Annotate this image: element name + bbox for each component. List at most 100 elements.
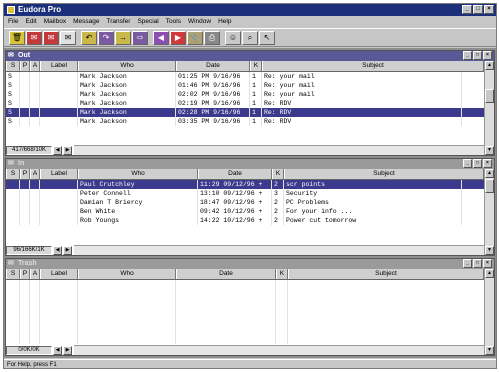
maximize-button[interactable]: □: [473, 5, 483, 14]
scroll-right-arrow[interactable]: ▶: [63, 245, 72, 255]
scroll-down-arrow[interactable]: ▼: [485, 246, 494, 255]
scroll-thumb[interactable]: [485, 89, 494, 103]
reply-icon[interactable]: ↶: [81, 30, 97, 45]
scroll-right-arrow[interactable]: ▶: [63, 345, 72, 355]
mail-icon[interactable]: ✉: [60, 30, 76, 45]
attach-icon[interactable]: 📎: [187, 30, 203, 45]
scroll-thumb[interactable]: [485, 179, 494, 193]
trash-minimize-button[interactable]: _: [463, 259, 472, 268]
scroll-up-arrow[interactable]: ▲: [485, 169, 494, 178]
table-row[interactable]: S Mark Jackson 02:02 PM 9/16/96 1 Re: yo…: [6, 90, 494, 99]
menu-help[interactable]: Help: [218, 18, 231, 25]
minimize-button[interactable]: _: [462, 5, 472, 14]
menu-file[interactable]: File: [8, 18, 18, 25]
table-row[interactable]: S Mark Jackson 01:25 PM 9/16/96 1 Re: yo…: [6, 72, 494, 81]
table-row[interactable]: S Mark Jackson 03:35 PM 9/16/96 1 Re: RD…: [6, 117, 494, 126]
redirect-icon[interactable]: ⇨: [132, 30, 148, 45]
in-mailbox-window[interactable]: ✉ In _ □ × S P A Label Who Date K Subjec…: [5, 158, 495, 256]
eudora-app-icon[interactable]: [7, 6, 15, 14]
trash-vertical-scrollbar[interactable]: ▲ ▼: [484, 269, 494, 355]
window-titlebar[interactable]: Eudora Pro _ □ ×: [4, 4, 496, 16]
in-minimize-button[interactable]: _: [463, 159, 472, 168]
trash-maximize-button[interactable]: □: [473, 259, 482, 268]
col-k[interactable]: K: [276, 269, 288, 279]
next-message-icon[interactable]: ▶: [170, 30, 186, 45]
table-row[interactable]: Rob Youngs 14:22 10/12/96 + 2 Power cut …: [6, 216, 494, 225]
scroll-left-arrow[interactable]: ◀: [53, 245, 62, 255]
col-attachment[interactable]: A: [30, 61, 40, 71]
col-k[interactable]: K: [272, 169, 284, 179]
prev-message-icon[interactable]: ◀: [153, 30, 169, 45]
out-vertical-scrollbar[interactable]: ▲ ▼: [484, 61, 494, 155]
print-icon[interactable]: ⎙: [204, 30, 220, 45]
mailbox-out-icon[interactable]: ✉: [43, 30, 59, 45]
table-row[interactable]: S Mark Jackson 02:19 PM 9/16/96 1 Re: RD…: [6, 99, 494, 108]
in-mailbox-titlebar[interactable]: ✉ In _ □ ×: [6, 159, 494, 169]
col-status[interactable]: S: [6, 169, 20, 179]
col-subject[interactable]: Subject: [262, 61, 484, 71]
col-status[interactable]: S: [6, 269, 20, 279]
col-label[interactable]: Label: [40, 269, 78, 279]
col-label[interactable]: Label: [40, 169, 78, 179]
scroll-right-arrow[interactable]: ▶: [63, 145, 72, 155]
col-who[interactable]: Who: [78, 169, 198, 179]
nickname-icon[interactable]: ☺: [225, 30, 241, 45]
col-priority[interactable]: P: [20, 61, 30, 71]
col-priority[interactable]: P: [20, 169, 30, 179]
col-subject[interactable]: Subject: [284, 169, 484, 179]
menu-window[interactable]: Window: [188, 18, 211, 25]
scroll-up-arrow[interactable]: ▲: [485, 269, 494, 278]
menu-transfer[interactable]: Transfer: [106, 18, 130, 25]
out-horizontal-scrollbar[interactable]: [74, 145, 484, 155]
in-close-button[interactable]: ×: [483, 159, 492, 168]
menu-special[interactable]: Special: [137, 18, 158, 25]
col-who[interactable]: Who: [78, 61, 176, 71]
out-maximize-button[interactable]: □: [473, 51, 482, 60]
trash-close-button[interactable]: ×: [483, 259, 492, 268]
reply-all-icon[interactable]: ↷: [98, 30, 114, 45]
col-date[interactable]: Date: [176, 61, 250, 71]
col-k[interactable]: K: [250, 61, 262, 71]
trash-icon[interactable]: 🗑: [9, 30, 25, 45]
in-horizontal-scrollbar[interactable]: [74, 245, 484, 255]
col-date[interactable]: Date: [176, 269, 276, 279]
table-row-selected[interactable]: Paul Crutchley 11:29 09/12/96 + 2 scr po…: [6, 180, 494, 189]
menu-tools[interactable]: Tools: [166, 18, 181, 25]
scroll-up-arrow[interactable]: ▲: [485, 61, 494, 70]
scroll-left-arrow[interactable]: ◀: [53, 145, 62, 155]
out-mailbox-titlebar[interactable]: ✉ Out _ □ ×: [6, 51, 494, 61]
table-row[interactable]: S Mark Jackson 01:46 PM 9/16/96 1 Re: yo…: [6, 81, 494, 90]
scroll-left-arrow[interactable]: ◀: [53, 345, 62, 355]
menu-edit[interactable]: Edit: [25, 18, 36, 25]
col-date[interactable]: Date: [198, 169, 272, 179]
col-subject[interactable]: Subject: [288, 269, 484, 279]
close-button[interactable]: ×: [484, 5, 494, 14]
out-mailbox-window[interactable]: ✉ Out _ □ × S P A Label Who Date K Subje…: [5, 50, 495, 156]
col-attachment[interactable]: A: [30, 269, 40, 279]
col-attachment[interactable]: A: [30, 169, 40, 179]
scroll-down-arrow[interactable]: ▼: [485, 346, 494, 355]
menu-message[interactable]: Message: [73, 18, 99, 25]
col-who[interactable]: Who: [78, 269, 176, 279]
out-close-button[interactable]: ×: [483, 51, 492, 60]
col-priority[interactable]: P: [20, 269, 30, 279]
in-maximize-button[interactable]: □: [473, 159, 482, 168]
table-row[interactable]: Ben White 09:42 10/12/96 + 2 For your in…: [6, 207, 494, 216]
table-row-selected[interactable]: S Mark Jackson 02:28 PM 9/16/96 1 Re: RD…: [6, 108, 494, 117]
col-label[interactable]: Label: [40, 61, 78, 71]
search-icon[interactable]: ⌕: [242, 30, 258, 45]
trash-mailbox-window[interactable]: ✉ Trash _ □ × S P A Label Who Date K Sub…: [5, 258, 495, 356]
col-status[interactable]: S: [6, 61, 20, 71]
out-minimize-button[interactable]: _: [463, 51, 472, 60]
scroll-down-arrow[interactable]: ▼: [485, 146, 494, 155]
menu-mailbox[interactable]: Mailbox: [44, 18, 66, 25]
help-cursor-icon[interactable]: ↖: [259, 30, 275, 45]
forward-icon[interactable]: →: [115, 30, 131, 45]
trash-mailbox-titlebar[interactable]: ✉ Trash _ □ ×: [6, 259, 494, 269]
trash-horizontal-scrollbar[interactable]: [74, 345, 484, 355]
table-row[interactable]: Damian T Briercy 18:47 09/12/96 + 2 PC P…: [6, 198, 494, 207]
in-vertical-scrollbar[interactable]: ▲ ▼: [484, 169, 494, 255]
table-row[interactable]: Peter Connell 13:10 09/12/96 + 3 Securit…: [6, 189, 494, 198]
mailbox-in-icon[interactable]: ✉: [26, 30, 42, 45]
status-bar: For Help, press F1: [4, 359, 496, 369]
